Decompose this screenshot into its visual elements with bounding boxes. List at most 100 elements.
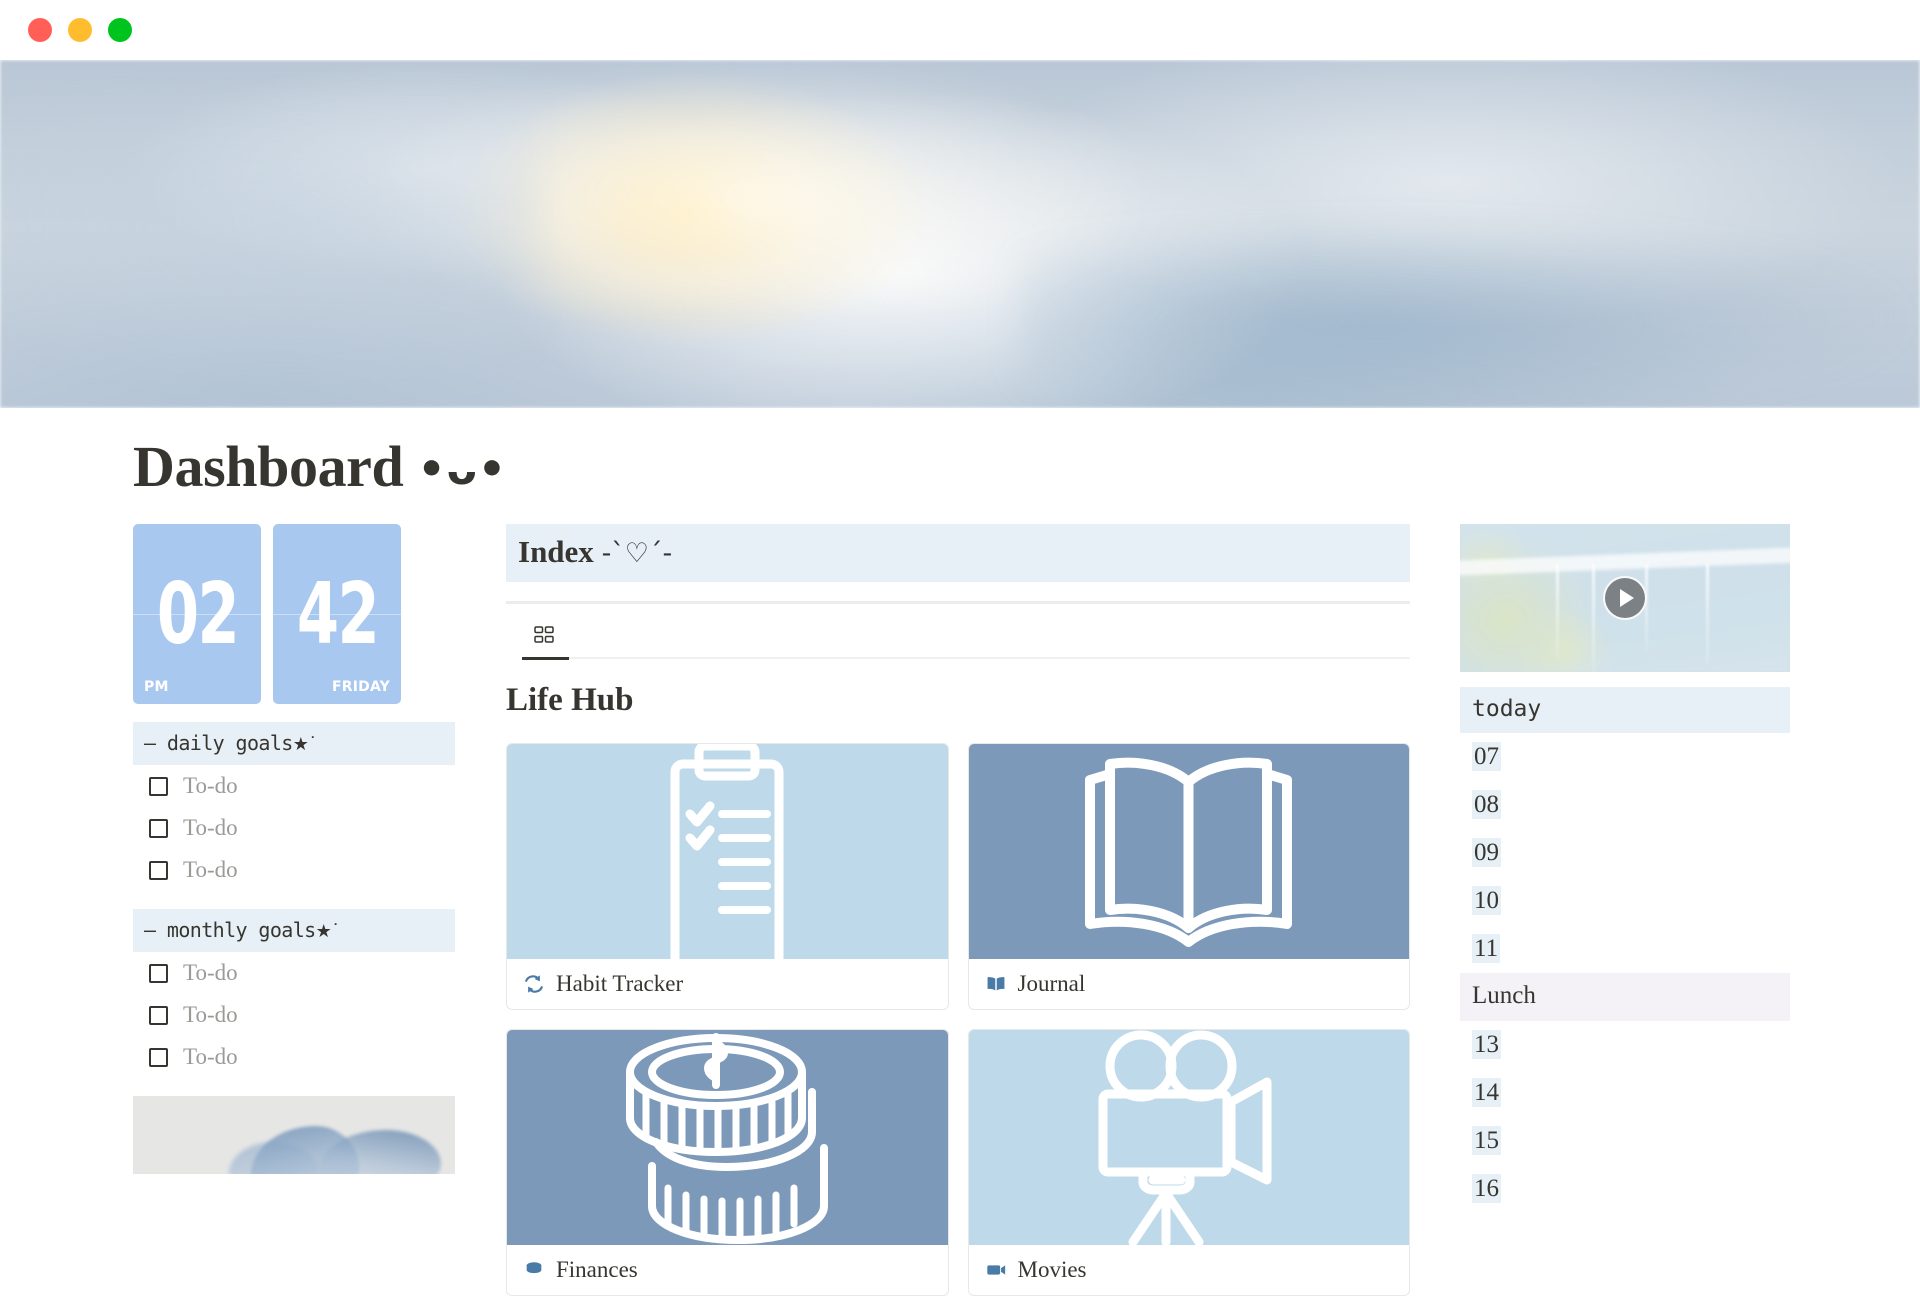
schedule-time: 14: [1472, 1078, 1501, 1107]
checkbox-icon[interactable]: [149, 776, 168, 796]
daily-goals-header: — daily goals★˙: [133, 722, 455, 765]
clock-hours: 02: [156, 564, 239, 664]
play-icon: [1620, 589, 1634, 607]
todo-label: To-do: [183, 960, 238, 985]
page-content: Dashboard •ᴗ• 02 PM 42 FRIDAY — daily go…: [0, 408, 1920, 1296]
schedule-time: 07: [1472, 742, 1501, 771]
daily-goals-list: To-do To-do To-do: [133, 765, 455, 891]
monthly-goals-list: To-do To-do To-do: [133, 952, 455, 1078]
schedule-list: 07 08 09 10 11 Lunch 13 14 15 16: [1460, 733, 1790, 1213]
gallery-card-grid: Habit Tracker Journal Finances Movies: [506, 743, 1410, 1296]
clock-minutes: 42: [296, 564, 379, 664]
list-item[interactable]: To-do: [133, 765, 455, 807]
minimize-window-button[interactable]: [68, 18, 92, 42]
refresh-icon: [525, 975, 543, 993]
rain-drip: [1556, 564, 1559, 659]
card-label: Movies: [1017, 1257, 1087, 1282]
todo-label: To-do: [183, 1044, 238, 1069]
schedule-row[interactable]: 10: [1460, 877, 1790, 925]
card-label: Habit Tracker: [556, 971, 684, 996]
clock-weekday: FRIDAY: [331, 679, 390, 695]
checkbox-icon[interactable]: [149, 963, 168, 983]
schedule-time: 16: [1472, 1174, 1501, 1203]
rain-video-embed[interactable]: [1460, 524, 1790, 672]
database-view-tabs: [506, 616, 1410, 660]
checkbox-icon[interactable]: [149, 860, 168, 880]
cloud-shadow: [1020, 220, 1920, 408]
tab-gallery-view[interactable]: [522, 616, 566, 654]
coins-illustration: [626, 1033, 829, 1244]
clock-hours-card: 02 PM: [133, 524, 261, 704]
todo-label: To-do: [183, 773, 238, 798]
right-column: today 07 08 09 10 11 Lunch 13 14 15 16: [1460, 524, 1790, 1213]
page-title-kaomoji: •ᴗ•: [417, 444, 507, 495]
schedule-time: 11: [1472, 934, 1501, 963]
list-item[interactable]: To-do: [133, 849, 455, 891]
card-thumbnail: [507, 744, 948, 959]
card-label: Journal: [1017, 971, 1086, 996]
card-thumbnail: [968, 744, 1409, 959]
maximize-window-button[interactable]: [108, 18, 132, 42]
card-thumbnail: [507, 1030, 948, 1245]
schedule-row[interactable]: 09: [1460, 829, 1790, 877]
schedule-time: 09: [1472, 838, 1501, 867]
center-column: Index -`♡´- Life Hub Habit Tracker Journ…: [506, 524, 1410, 1296]
schedule-time: 10: [1472, 886, 1501, 915]
list-item[interactable]: To-do: [133, 1036, 455, 1078]
gallery-card-movies[interactable]: Movies: [967, 1029, 1410, 1296]
play-button[interactable]: [1603, 576, 1647, 620]
clock-minutes-card: 42 FRIDAY: [273, 524, 401, 704]
schedule-time: 15: [1472, 1126, 1501, 1155]
window-titlebar: [0, 0, 1920, 60]
schedule-time: 08: [1472, 790, 1501, 819]
card-caption: Journal: [969, 959, 1410, 1009]
gallery-card-finances[interactable]: Finances: [506, 1029, 949, 1296]
schedule-row[interactable]: 11: [1460, 925, 1790, 973]
index-header: Index -`♡´-: [506, 524, 1410, 582]
todo-label: To-do: [183, 1002, 238, 1027]
schedule-row[interactable]: 16: [1460, 1165, 1790, 1213]
star-icon: ★˙: [315, 921, 341, 942]
page-title-text: Dashboard: [133, 434, 404, 499]
schedule-row[interactable]: 14: [1460, 1069, 1790, 1117]
schedule-row-lunch[interactable]: Lunch: [1460, 973, 1790, 1021]
schedule-row[interactable]: 08: [1460, 781, 1790, 829]
card-thumbnail: [968, 1030, 1409, 1245]
cover-image[interactable]: [0, 60, 1920, 408]
movie-camera-illustration: [1098, 1030, 1272, 1245]
list-item[interactable]: To-do: [133, 994, 455, 1036]
schedule-row[interactable]: 07: [1460, 733, 1790, 781]
schedule-label: Lunch: [1472, 982, 1536, 1009]
open-book-icon: [987, 977, 1004, 991]
star-icon: ★˙: [292, 734, 318, 755]
checkbox-icon[interactable]: [149, 1047, 168, 1067]
list-item[interactable]: To-do: [133, 807, 455, 849]
today-header: today: [1460, 687, 1790, 733]
list-item[interactable]: To-do: [133, 952, 455, 994]
grid-icon: [534, 626, 554, 643]
left-column: 02 PM 42 FRIDAY — daily goals★˙ To-do To…: [133, 524, 455, 1174]
cloud-left: [0, 100, 540, 400]
flip-clock-widget[interactable]: 02 PM 42 FRIDAY: [133, 524, 455, 704]
monthly-goals-header: — monthly goals★˙: [133, 909, 455, 952]
schedule-row[interactable]: 15: [1460, 1117, 1790, 1165]
heart-decoration: -`♡´-: [601, 538, 673, 569]
active-tab-indicator: [522, 657, 569, 660]
checkbox-icon[interactable]: [149, 818, 168, 838]
camera-icon: [986, 1265, 1005, 1275]
clipboard-illustration: [670, 744, 784, 959]
clock-meridiem: PM: [144, 679, 169, 695]
rain-drip: [1645, 564, 1648, 652]
gallery-card-habit-tracker[interactable]: Habit Tracker: [506, 743, 949, 1010]
open-book-illustration: [1085, 757, 1293, 947]
todo-label: To-do: [183, 815, 238, 840]
card-caption: Habit Tracker: [507, 959, 948, 1009]
rain-drip: [1592, 564, 1595, 672]
watercolor-brush-image: [133, 1096, 455, 1174]
gallery-card-journal[interactable]: Journal: [967, 743, 1410, 1010]
rain-drip: [1706, 564, 1709, 664]
card-caption: Finances: [507, 1245, 948, 1295]
close-window-button[interactable]: [28, 18, 52, 42]
checkbox-icon[interactable]: [149, 1005, 168, 1025]
schedule-row[interactable]: 13: [1460, 1021, 1790, 1069]
